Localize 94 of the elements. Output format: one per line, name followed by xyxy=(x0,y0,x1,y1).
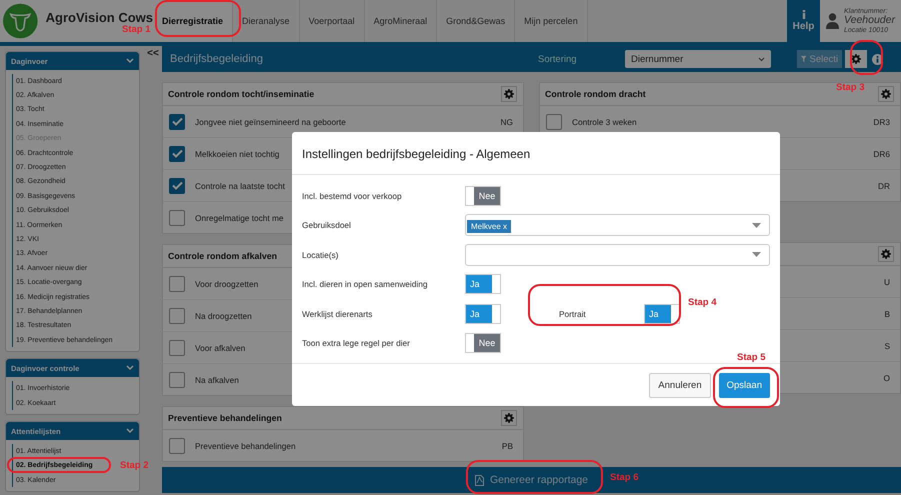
annotation-label: Stap 4 xyxy=(688,297,717,308)
dropdown-arrow-icon xyxy=(752,252,761,258)
checkbox[interactable] xyxy=(169,372,185,388)
sort-label: Sortering xyxy=(538,54,578,64)
field-label: Werklijst dierenarts xyxy=(302,308,374,319)
settings-button[interactable] xyxy=(501,410,517,426)
card-title: Controle rondom tocht/inseminatie xyxy=(168,89,314,99)
row-code: DR3 xyxy=(873,116,890,126)
field-label: Incl. bestemd voor verkoop xyxy=(302,190,403,201)
card-title: Controle rondom dracht xyxy=(545,89,646,99)
row-label: Preventieve behandelingen xyxy=(195,440,296,450)
nav-tab[interactable]: Mijn percelen xyxy=(515,0,588,42)
row-code: B xyxy=(884,308,890,318)
chevron-down-icon xyxy=(126,365,134,372)
annotation-ring xyxy=(713,367,779,408)
row-label: Voor afkalven xyxy=(195,342,246,352)
settings-icon xyxy=(504,413,514,423)
user-icon xyxy=(826,13,839,29)
row-code: O xyxy=(884,372,890,382)
field-label: Portrait xyxy=(558,308,587,319)
checkbox[interactable] xyxy=(169,276,185,292)
nav-tab[interactable]: Grond&Gewas xyxy=(437,0,516,42)
info-icon xyxy=(802,10,806,19)
row-code: PB xyxy=(502,440,513,450)
toggle-switch[interactable]: Ja xyxy=(644,304,680,324)
annotation-label: Stap 6 xyxy=(610,472,639,483)
settings-button[interactable] xyxy=(878,86,894,102)
field-label: Locatie(s) xyxy=(302,250,340,260)
settings-icon xyxy=(851,54,861,64)
settings-button[interactable] xyxy=(501,86,517,102)
annotation-label: Stap 1 xyxy=(122,24,151,35)
toggle-switch[interactable]: Nee xyxy=(465,186,501,206)
help-button[interactable]: Help xyxy=(787,0,820,42)
app-title: AgroVision Cows xyxy=(46,10,153,24)
checkbox[interactable] xyxy=(546,114,562,130)
toggle-switch[interactable]: Nee xyxy=(465,333,501,354)
cancel-button[interactable]: Annuleren xyxy=(649,372,711,398)
collapse-button[interactable]: << xyxy=(144,46,162,59)
row-code: S xyxy=(884,340,890,350)
checkbox[interactable] xyxy=(169,114,185,130)
row-label: Melkkoeien niet tochtig xyxy=(195,148,280,158)
card-title: Controle rondom afkalven xyxy=(168,251,277,261)
row-label: Controle 3 weken xyxy=(572,116,637,126)
toggle-switch[interactable]: Ja xyxy=(465,304,501,324)
row-code: DR xyxy=(878,180,890,190)
tag-chip[interactable]: Melkvee x xyxy=(467,220,512,234)
checkbox[interactable] xyxy=(169,210,185,226)
settings-button[interactable] xyxy=(845,50,867,68)
row-label: Controle na laatste tocht xyxy=(195,180,285,190)
annotation-label: Stap 2 xyxy=(120,460,149,471)
page-title: Bedrijfsbegeleiding xyxy=(169,53,264,65)
nav-tab[interactable]: Voerportaal xyxy=(300,0,365,42)
annotation-ring xyxy=(850,40,883,75)
checkbox[interactable] xyxy=(169,308,185,324)
row-code: NG xyxy=(500,116,513,126)
select-field[interactable]: Melkvee x xyxy=(465,214,770,236)
chevron-down-icon xyxy=(758,56,765,62)
generate-report-button[interactable]: Genereer rapportage xyxy=(468,473,594,487)
row-label: Na droogzetten xyxy=(195,310,252,320)
field-label: Incl. dieren in open samenweiding xyxy=(302,279,428,290)
annotation-label: Stap 3 xyxy=(836,82,865,93)
checkbox[interactable] xyxy=(169,438,185,454)
row-code: U xyxy=(884,276,890,286)
pdf-file-icon xyxy=(474,474,484,486)
chevron-down-icon xyxy=(126,428,134,434)
field-label: Gebruiksdoel xyxy=(302,220,352,230)
field-label: Toon extra lege regel per dier xyxy=(302,338,411,348)
card-title: Preventieve behandelingen xyxy=(168,413,282,423)
settings-icon xyxy=(881,249,891,259)
checkbox[interactable] xyxy=(169,340,185,356)
filter-icon xyxy=(801,55,806,63)
sort-select[interactable]: Diernummer xyxy=(625,50,771,68)
row-label: Onregelmatige tocht me xyxy=(195,212,284,222)
chevron-down-icon xyxy=(126,58,134,64)
toggle-switch[interactable]: Ja xyxy=(465,274,501,294)
row-code: DR6 xyxy=(873,148,890,158)
save-button[interactable]: Opslaan xyxy=(718,372,770,398)
settings-icon xyxy=(504,89,514,99)
user-role: Veehouder xyxy=(844,15,895,26)
nav-tab[interactable]: AgroMineraal xyxy=(364,0,438,42)
checkbox[interactable] xyxy=(169,146,185,162)
nav-tab[interactable]: Dieranalyse xyxy=(233,0,300,42)
settings-icon xyxy=(881,89,891,99)
row-label: Jongvee niet geïnsemineerd na geboorte xyxy=(195,116,346,126)
checkbox[interactable] xyxy=(169,178,185,194)
select-field[interactable] xyxy=(465,244,770,266)
dialog-title: Instellingen bedrijfsbegeleiding - Algemeen xyxy=(292,132,780,175)
info-icon[interactable] xyxy=(872,54,883,64)
cow-logo-icon xyxy=(3,3,38,39)
row-label: Na afkalven xyxy=(195,374,239,384)
settings-button[interactable] xyxy=(878,246,894,262)
dropdown-arrow-icon xyxy=(752,222,761,228)
annotation-label: Stap 5 xyxy=(737,352,766,363)
row-label: Voor droogzetten xyxy=(195,278,258,288)
